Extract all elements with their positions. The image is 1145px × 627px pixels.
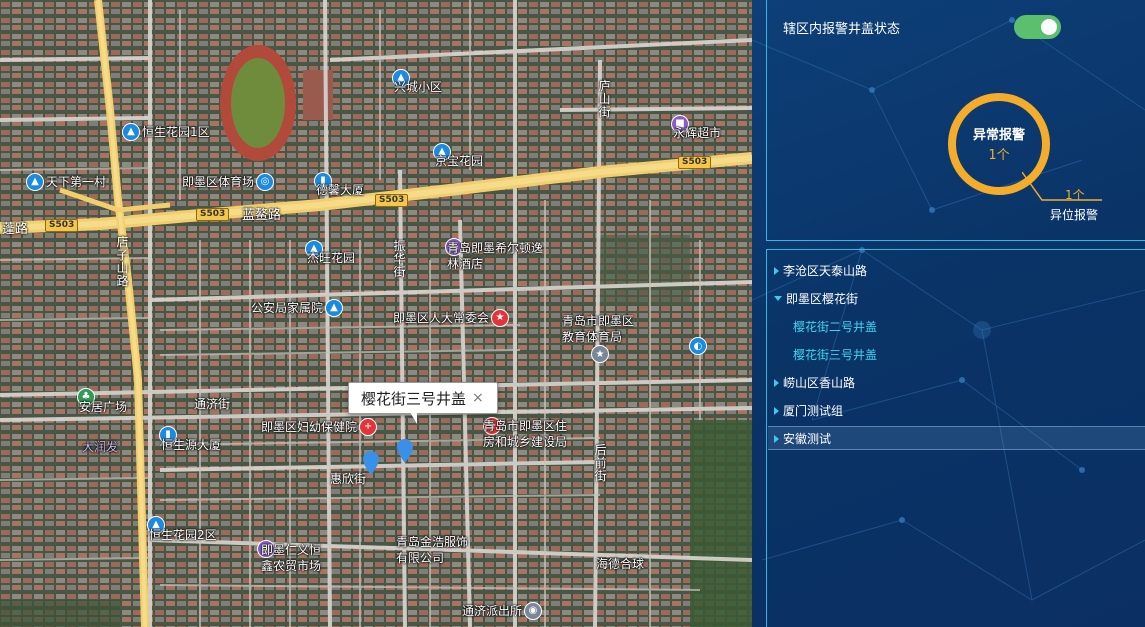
poi-yonghui[interactable]: ■ 永辉超市: [672, 106, 721, 141]
poi-darunfa[interactable]: 大润发: [82, 438, 118, 455]
abnormal-alarm-label: 异常报警: [972, 128, 1025, 143]
road-label-lanao: 蓝鳌路: [242, 208, 282, 223]
police-icon: ◉: [525, 602, 542, 619]
poi-fuyou[interactable]: 即墨区妇幼保健院 +: [261, 418, 377, 435]
tree-node-jimo[interactable]: 即墨区樱花街: [774, 290, 858, 307]
poi-jiaoyu-icon: ★: [592, 346, 608, 362]
right-panel: 辖区内报警井盖状态 异常报警 1个 1个 异位报警 李沧区天泰山路 即墨区樱花街…: [752, 0, 1145, 627]
alarm-status-title: 辖区内报警井盖状态: [783, 22, 901, 37]
caret-right-icon: [774, 378, 779, 387]
popup-title: 樱花街三号井盖: [361, 389, 467, 408]
hospital-icon: +: [360, 418, 377, 435]
poi-gonganju[interactable]: 公安局家属院 ▲: [251, 299, 343, 316]
poi-tianxia[interactable]: ▲ 天下第一村: [27, 173, 106, 190]
residential-icon: ▲: [27, 173, 43, 190]
poi-tongji-police[interactable]: 通济派出所 ◉: [462, 602, 542, 619]
manhole-marker-selected[interactable]: [397, 439, 413, 463]
poi-renda[interactable]: 即墨区人大常委会 ★: [393, 309, 509, 326]
poi-circle: ◐: [690, 338, 706, 354]
street-east: 庐山街: [598, 79, 611, 119]
abnormal-alarm-count: 1个: [988, 148, 1010, 163]
close-icon[interactable]: ×: [472, 390, 484, 406]
poi-dexin[interactable]: ▮ 德馨大厦: [315, 163, 364, 198]
poi-hengsheng-2[interactable]: ▲ 恒生花园2区: [148, 506, 217, 543]
poi-jingbao[interactable]: ▲ 京宝花园: [434, 134, 483, 169]
chevron-circle-icon: ◐: [690, 338, 706, 354]
road-shield-s503: S503: [45, 219, 79, 232]
displacement-alarm-count: 1个: [1065, 188, 1085, 202]
manhole-popup: 樱花街三号井盖 ×: [348, 382, 498, 414]
street-tongji: 通济街: [194, 397, 231, 411]
tree-node-xiamen[interactable]: 厦门测试组: [774, 402, 843, 419]
poi-anju[interactable]: ♣ 安居广场: [78, 378, 127, 415]
star-icon: ★: [592, 346, 608, 362]
poi-jinhao[interactable]: 青岛金浩服饰有限公司: [396, 534, 468, 566]
tree-node-anhui[interactable]: 安徽测试: [774, 430, 831, 447]
poi-xingcheng[interactable]: ▲ 兴城小区: [393, 60, 442, 95]
residential-icon: ▲: [326, 299, 343, 316]
poi-jiaoyu[interactable]: 青岛市即墨区教育体育局: [562, 313, 644, 345]
tree-node-laoshan[interactable]: 崂山区香山路: [774, 374, 855, 391]
street-huixin: 惠欣街: [330, 472, 367, 486]
stadium-icon: ◎: [257, 173, 274, 190]
caret-right-icon: [774, 406, 779, 415]
popup-tail: [410, 412, 417, 424]
street-south: 后前街: [594, 443, 607, 483]
caret-down-icon: [774, 296, 782, 301]
road-shield-s503: S503: [375, 194, 409, 207]
street-weilu: 振华街: [393, 239, 406, 279]
government-icon: ★: [492, 309, 509, 326]
poi-hilton[interactable]: ▬ 青岛即墨希尔顿逸林酒店: [446, 222, 543, 272]
poi-nongmao[interactable]: ■ 即墨仁义恒鑫农贸市场: [258, 524, 331, 574]
toggle-knob: [1041, 19, 1057, 35]
poi-hengshengyuan[interactable]: ▮ 恒生源大厦: [160, 416, 221, 453]
satellite-map[interactable]: S503 S503 S503 S503 蓝鳌路 蓬路 ▲ 兴城小区 ▲ 恒生花园1区…: [0, 0, 752, 627]
poi-jiewang[interactable]: ▲ 杰旺花园: [306, 231, 355, 266]
poi-stadium[interactable]: 即墨区体育场 ◎: [182, 173, 274, 190]
manhole-marker[interactable]: [363, 451, 379, 475]
tree-leaf-yinghua-3[interactable]: 樱花街三号井盖: [793, 346, 877, 363]
caret-right-icon: [774, 434, 779, 443]
tree-leaf-yinghua-2[interactable]: 樱花街二号井盖: [793, 318, 877, 335]
road-shield-s503: S503: [678, 156, 712, 169]
tree-node-licang[interactable]: 李沧区天泰山路: [774, 262, 867, 279]
displacement-alarm-label: 异位报警: [1050, 208, 1099, 222]
residential-icon: ▲: [123, 123, 139, 140]
poi-hengsheng-1[interactable]: ▲ 恒生花园1区: [123, 123, 210, 140]
road-label-lanao-west: 蓬路: [2, 222, 29, 237]
street-west-road: 店子山路: [116, 235, 129, 288]
caret-right-icon: [774, 266, 779, 275]
road-shield-s503: S503: [196, 208, 230, 221]
alarm-status-toggle[interactable]: [1014, 15, 1061, 39]
poi-haide[interactable]: 海德合球: [596, 555, 644, 572]
